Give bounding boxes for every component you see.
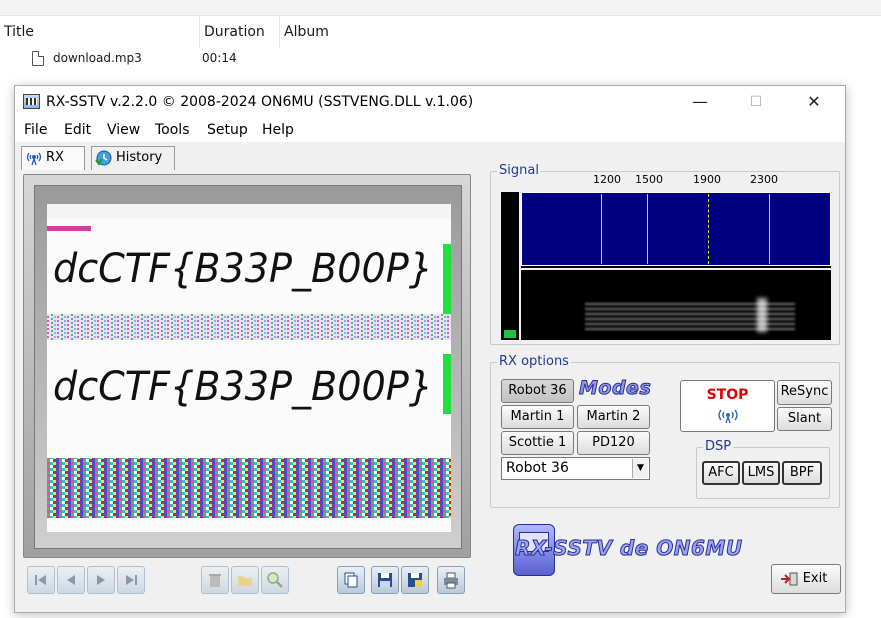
signal-level-meter xyxy=(501,192,519,340)
file-row[interactable]: download.mp3 00:14 xyxy=(0,48,881,70)
freq-1500: 1500 xyxy=(635,173,663,186)
close-button[interactable]: ✕ xyxy=(791,86,837,118)
tab-rx-label: RX xyxy=(46,150,64,165)
decoded-image: dcCTF{B33P_B00P} dcCTF{B33P_B00P} xyxy=(47,204,451,532)
slant-button[interactable]: Slant xyxy=(777,407,832,431)
bpf-button[interactable]: BPF xyxy=(782,461,822,485)
tab-history[interactable]: History xyxy=(91,146,175,170)
previous-image-button[interactable] xyxy=(57,566,85,594)
menu-help[interactable]: Help xyxy=(262,118,294,142)
minimize-button[interactable]: — xyxy=(677,86,723,118)
copy-button[interactable] xyxy=(337,566,365,594)
freq-1200: 1200 xyxy=(593,173,621,186)
image-bezel: dcCTF{B33P_B00P} dcCTF{B33P_B00P} xyxy=(34,185,462,549)
antenna-icon xyxy=(718,409,738,424)
window-title: RX-SSTV v.2.2.0 © 2008-2024 ON6MU (SSTVE… xyxy=(46,94,474,110)
image-frame: dcCTF{B33P_B00P} dcCTF{B33P_B00P} xyxy=(23,174,471,558)
printer-icon xyxy=(444,572,458,589)
modes-logo: Modes xyxy=(578,377,652,400)
rx-options-label: RX options xyxy=(497,354,571,369)
save-as-button[interactable] xyxy=(401,566,429,594)
file-icon xyxy=(32,51,44,66)
mode-pd120-button[interactable]: PD120 xyxy=(577,431,650,455)
freq-2300: 2300 xyxy=(750,173,778,186)
last-icon xyxy=(126,575,137,585)
first-image-button[interactable] xyxy=(27,566,55,594)
exit-button[interactable]: Exit xyxy=(771,564,841,594)
menu-bar: File Edit View Tools Setup Help xyxy=(15,118,845,142)
column-duration[interactable]: Duration xyxy=(200,17,280,47)
stop-button[interactable]: STOP xyxy=(680,380,775,432)
decoded-image-graphic: dcCTF{B33P_B00P} dcCTF{B33P_B00P} xyxy=(47,204,451,532)
app-icon xyxy=(23,94,40,109)
lms-button[interactable]: LMS xyxy=(742,461,780,485)
zoom-button[interactable] xyxy=(261,566,289,594)
magnifier-icon xyxy=(267,572,283,588)
chevron-down-icon[interactable]: ▼ xyxy=(632,459,648,478)
mode-martin2-button[interactable]: Martin 2 xyxy=(577,405,650,429)
save-button[interactable] xyxy=(371,566,399,594)
column-album[interactable]: Album xyxy=(280,17,380,47)
rx-sstv-window: RX-SSTV v.2.2.0 © 2008-2024 ON6MU (SSTVE… xyxy=(14,85,846,613)
mode-select[interactable]: Robot 36 ▼ xyxy=(501,457,650,480)
menu-setup[interactable]: Setup xyxy=(207,118,248,142)
title-bar[interactable]: RX-SSTV v.2.2.0 © 2008-2024 ON6MU (SSTVE… xyxy=(15,86,845,118)
mode-robot36-button[interactable]: Robot 36 xyxy=(501,379,574,403)
screen: Title Duration Album download.mp3 00:14 … xyxy=(0,0,881,618)
freq-1900: 1900 xyxy=(693,173,721,186)
open-folder-button[interactable] xyxy=(231,566,259,594)
menu-edit[interactable]: Edit xyxy=(64,118,91,142)
copy-icon xyxy=(344,572,358,588)
history-icon xyxy=(95,150,112,166)
stop-label: STOP xyxy=(706,387,749,403)
decoded-text-line-1: dcCTF{B33P_B00P} xyxy=(53,246,433,292)
explorer-column-header: Title Duration Album xyxy=(0,17,881,47)
print-button[interactable] xyxy=(437,566,465,594)
tab-rx[interactable]: RX xyxy=(21,146,85,170)
next-image-button[interactable] xyxy=(87,566,115,594)
spectrum-display xyxy=(521,192,831,268)
resync-button[interactable]: ReSync xyxy=(777,380,832,405)
decoded-text-line-2: dcCTF{B33P_B00P} xyxy=(53,364,433,410)
mode-martin1-button[interactable]: Martin 1 xyxy=(501,405,574,429)
waterfall-display xyxy=(521,270,831,340)
signal-group: Signal 1200 1500 1900 2300 xyxy=(490,163,840,345)
mode-scottie1-button[interactable]: Scottie 1 xyxy=(501,431,574,455)
file-duration: 00:14 xyxy=(202,51,237,65)
afc-button[interactable]: AFC xyxy=(702,461,740,485)
trash-icon xyxy=(209,574,221,587)
previous-icon xyxy=(67,575,75,585)
maximize-button[interactable]: ☐ xyxy=(733,86,779,118)
rx-options-group: RX options Robot 36 Modes Martin 1 Marti… xyxy=(490,354,840,508)
next-icon xyxy=(97,575,105,585)
mode-select-value: Robot 36 xyxy=(506,460,569,476)
last-image-button[interactable] xyxy=(117,566,145,594)
explorer-toolbar xyxy=(0,0,881,16)
brand-logo: RX-SSTV de ON6MU xyxy=(515,536,743,561)
menu-file[interactable]: File xyxy=(24,118,47,142)
folder-icon xyxy=(238,576,252,586)
column-title[interactable]: Title xyxy=(0,17,200,47)
signal-label: Signal xyxy=(497,163,541,178)
save-icon xyxy=(378,573,392,587)
save-as-icon xyxy=(408,573,422,587)
menu-tools[interactable]: Tools xyxy=(155,118,190,142)
dsp-label: DSP xyxy=(703,439,734,454)
exit-label: Exit xyxy=(802,571,828,586)
menu-view[interactable]: View xyxy=(107,118,140,142)
antenna-icon xyxy=(26,152,42,166)
dsp-group: DSP AFC LMS BPF xyxy=(696,439,830,499)
exit-icon xyxy=(781,572,798,586)
delete-button[interactable] xyxy=(201,566,229,594)
first-icon xyxy=(35,575,46,585)
file-name: download.mp3 xyxy=(53,51,142,65)
tab-history-label: History xyxy=(116,150,163,165)
